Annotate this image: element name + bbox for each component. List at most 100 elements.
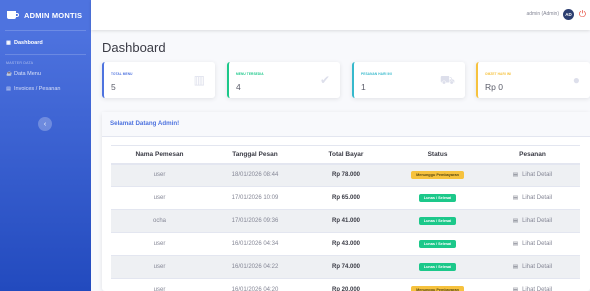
- stat-value: 1: [361, 82, 366, 92]
- avatar[interactable]: AD: [563, 9, 574, 20]
- sidebar-item-label: Invoices / Pesanan: [14, 85, 61, 92]
- table-row: user 16/01/2026 04:20 Rp 20.000 Menunggu Pe…: [111, 278, 580, 291]
- cell-status: Lunas / Selesai: [390, 232, 485, 256]
- brand-name: ADMIN MONTIS: [24, 10, 83, 20]
- column-header: Pesanan: [485, 145, 580, 165]
- detail-link-label: Lihat Detail: [522, 287, 553, 291]
- table-row: user 17/01/2026 10:09 Rp 65.000 Lunas / Sel…: [111, 186, 580, 210]
- cell-date: 17/01/2026 10:09: [208, 186, 302, 210]
- status-badge: Lunas / Selesai: [418, 263, 457, 271]
- cell-total: Rp 74.000: [302, 255, 390, 279]
- status-badge: Lunas / Selesai: [418, 194, 457, 202]
- stat-label: PESANAN HARI INI: [361, 72, 392, 76]
- sidebar-item-label: Dashboard: [14, 39, 43, 46]
- detail-link[interactable]: ▤ Lihat Detail: [513, 218, 552, 224]
- cell-status: Lunas / Selesai: [390, 209, 485, 233]
- stat-value: Rp 0: [485, 82, 503, 92]
- book-icon: ▥: [193, 73, 205, 87]
- cell-status: Lunas / Selesai: [390, 255, 485, 279]
- stat-value: 4: [236, 82, 241, 92]
- page-title: Dashboard: [102, 40, 166, 55]
- document-icon: ▤: [512, 172, 519, 179]
- sidebar-item-dashboard[interactable]: ▦ Dashboard: [0, 31, 91, 54]
- cell-name: user: [111, 163, 208, 187]
- cell-action: ▤ Lihat Detail: [485, 186, 580, 210]
- status-badge: Lunas / Selesai: [418, 217, 457, 225]
- table-row: user 16/01/2026 04:22 Rp 74.000 Lunas / Sel…: [111, 255, 580, 279]
- detail-link[interactable]: ▤ Lihat Detail: [513, 264, 552, 270]
- stat-label: MENU TERSEDIA: [236, 72, 264, 76]
- cell-status: Lunas / Selesai: [390, 186, 485, 210]
- sidebar-item-label: Data Menu: [14, 70, 41, 77]
- sidebar-toggle-button[interactable]: ‹: [38, 117, 52, 131]
- column-header: Status: [390, 145, 485, 165]
- user-name[interactable]: admin (Admin): [526, 11, 559, 17]
- cell-total: Rp 65.000: [302, 186, 390, 210]
- document-icon: ▤: [512, 195, 519, 201]
- stat-card-menu-tersedia: MENU TERSEDIA 4 ✔: [227, 62, 340, 98]
- status-badge: Menunggu Pembayaran: [411, 286, 464, 291]
- cell-date: 16/01/2026 04:20: [208, 278, 302, 291]
- cell-total: Rp 78.000: [302, 163, 390, 187]
- chevron-left-icon: ‹: [43, 120, 47, 128]
- column-header: Total Bayar: [302, 145, 390, 165]
- stat-label: OMZET HARI INI: [485, 72, 512, 76]
- detail-link-label: Lihat Detail: [522, 218, 553, 224]
- detail-link-label: Lihat Detail: [522, 195, 553, 201]
- cell-date: 18/01/2026 08:44: [208, 163, 302, 187]
- receipt-icon: ▤: [6, 85, 11, 92]
- cell-status: Menunggu Pembayaran: [390, 278, 485, 291]
- cell-name: user: [111, 255, 208, 279]
- cell-name: user: [111, 186, 208, 210]
- orders-table: Nama Pemesan Tanggal Pesan Total Bayar S…: [111, 145, 580, 291]
- sidebar-heading: MASTER DATA: [6, 61, 34, 65]
- stat-label: TOTAL MENU: [111, 72, 133, 76]
- detail-link[interactable]: ▤ Lihat Detail: [513, 287, 552, 291]
- coffee-icon: [7, 10, 19, 20]
- document-icon: ▤: [512, 287, 519, 291]
- document-icon: ▤: [512, 241, 519, 247]
- stat-value: 5: [111, 82, 116, 92]
- detail-link[interactable]: ▤ Lihat Detail: [513, 172, 552, 178]
- column-header: Nama Pemesan: [111, 145, 208, 165]
- sidebar-item-invoices[interactable]: ▤ Invoices / Pesanan: [0, 81, 91, 96]
- document-icon: ▤: [512, 264, 519, 270]
- sidebar: ADMIN MONTIS ▦ Dashboard MASTER DATA ☕ D…: [0, 0, 91, 291]
- dashboard-icon: ▦: [6, 39, 11, 46]
- cell-total: Rp 20.000: [302, 278, 390, 291]
- orders-panel: Selamat Datang Admin! Nama Pemesan Tangg…: [102, 112, 590, 291]
- detail-link[interactable]: ▤ Lihat Detail: [513, 195, 552, 201]
- cell-action: ▤ Lihat Detail: [485, 255, 580, 279]
- dollar-icon: ●: [572, 73, 580, 87]
- cell-name: user: [111, 232, 208, 256]
- stat-card-total-menu: TOTAL MENU 5 ▥: [102, 62, 215, 98]
- detail-link-label: Lihat Detail: [522, 172, 553, 179]
- table-row: ocha 17/01/2026 09:36 Rp 41.000 Lunas / Sel…: [111, 209, 580, 233]
- brand[interactable]: ADMIN MONTIS: [0, 0, 91, 30]
- detail-link[interactable]: ▤ Lihat Detail: [513, 241, 552, 247]
- cell-name: ocha: [111, 209, 208, 233]
- status-badge: Menunggu Pembayaran: [411, 171, 464, 180]
- cell-status: Menunggu Pembayaran: [390, 163, 485, 187]
- document-icon: ▤: [512, 218, 519, 224]
- cell-action: ▤ Lihat Detail: [485, 278, 580, 291]
- sidebar-item-data-menu[interactable]: ☕ Data Menu: [0, 66, 91, 81]
- stat-card-omzet-hari-ini: OMZET HARI INI Rp 0 ●: [476, 62, 590, 98]
- cell-date: 16/01/2026 04:22: [208, 255, 302, 279]
- cell-name: user: [111, 278, 208, 291]
- cell-action: ▤ Lihat Detail: [485, 209, 580, 233]
- welcome-heading: Selamat Datang Admin!: [102, 112, 590, 137]
- column-header: Tanggal Pesan: [208, 145, 302, 165]
- cell-date: 16/01/2026 04:34: [208, 232, 302, 256]
- cart-icon: ⛟: [439, 73, 455, 87]
- coffee-icon: ☕: [6, 70, 13, 77]
- detail-link-label: Lihat Detail: [522, 241, 553, 247]
- cell-date: 17/01/2026 09:36: [208, 209, 302, 233]
- table-row: user 16/01/2026 04:34 Rp 43.000 Lunas / Sel…: [111, 232, 580, 256]
- logout-icon[interactable]: ⏻: [579, 8, 586, 20]
- check-circle-icon: ✔: [319, 73, 330, 87]
- table-header-row: Nama Pemesan Tanggal Pesan Total Bayar S…: [111, 145, 580, 165]
- detail-link-label: Lihat Detail: [522, 264, 553, 270]
- stat-card-pesanan-hari-ini: PESANAN HARI INI 1 ⛟: [352, 62, 465, 98]
- cell-action: ▤ Lihat Detail: [485, 232, 580, 256]
